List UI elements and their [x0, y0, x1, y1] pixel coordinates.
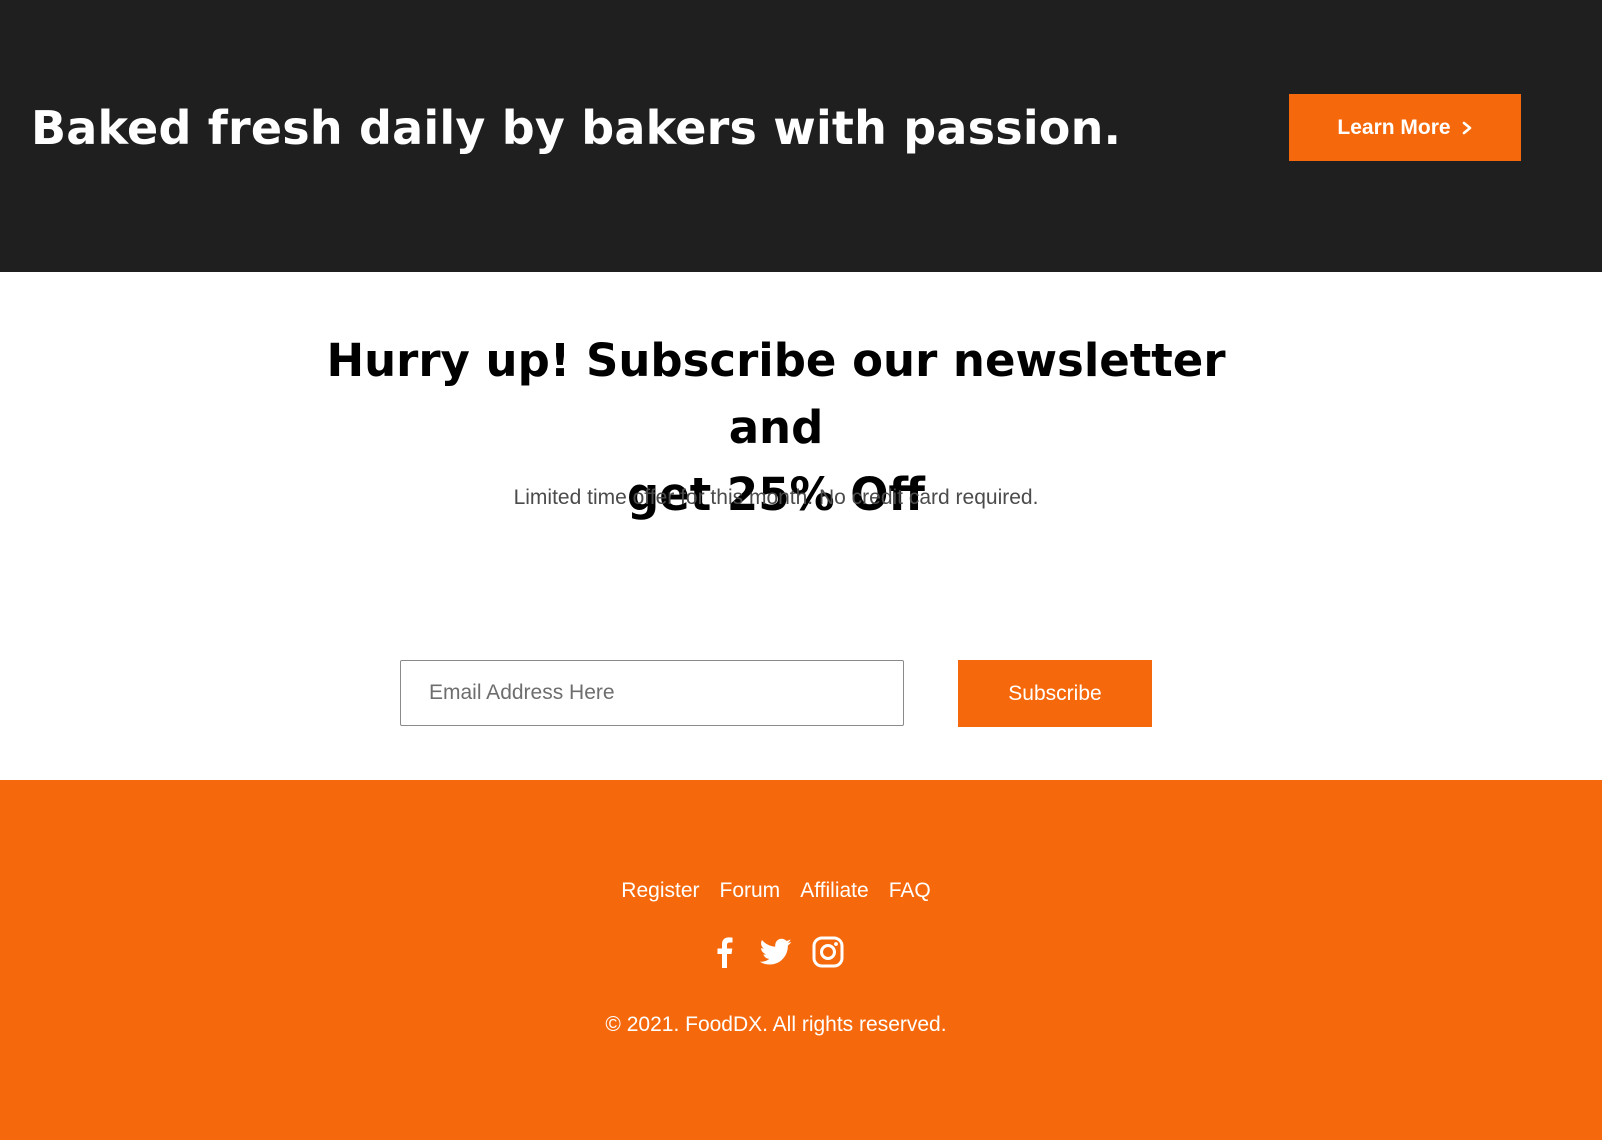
learn-more-label: Learn More [1337, 115, 1451, 139]
social-links [0, 935, 1552, 969]
footer: Register Forum Affiliate FAQ © 2021. Foo… [0, 780, 1602, 1140]
subscribe-button[interactable]: Subscribe [958, 660, 1152, 727]
hero-banner: Baked fresh daily by bakers with passion… [0, 0, 1602, 272]
newsletter-heading-line1: Hurry up! Subscribe our newsletter and [326, 334, 1226, 454]
instagram-icon[interactable] [812, 935, 844, 969]
newsletter-section: Hurry up! Subscribe our newsletter and g… [0, 272, 1602, 780]
footer-link-register[interactable]: Register [621, 876, 699, 906]
copyright-text: © 2021. FoodDX. All rights reserved. [605, 1013, 947, 1036]
newsletter-subtext: Limited time offer for this month. No cr… [513, 486, 1039, 509]
footer-link-forum[interactable]: Forum [720, 876, 781, 906]
footer-link-affiliate[interactable]: Affiliate [800, 876, 869, 906]
learn-more-button[interactable]: Learn More [1289, 94, 1521, 161]
footer-link-faq[interactable]: FAQ [889, 876, 931, 906]
hero-title: Baked fresh daily by bakers with passion… [31, 101, 1122, 155]
footer-links: Register Forum Affiliate FAQ [0, 876, 1552, 906]
facebook-icon[interactable] [708, 935, 740, 969]
twitter-icon[interactable] [760, 935, 792, 969]
email-input[interactable] [400, 660, 904, 726]
chevron-right-icon [1462, 121, 1471, 134]
